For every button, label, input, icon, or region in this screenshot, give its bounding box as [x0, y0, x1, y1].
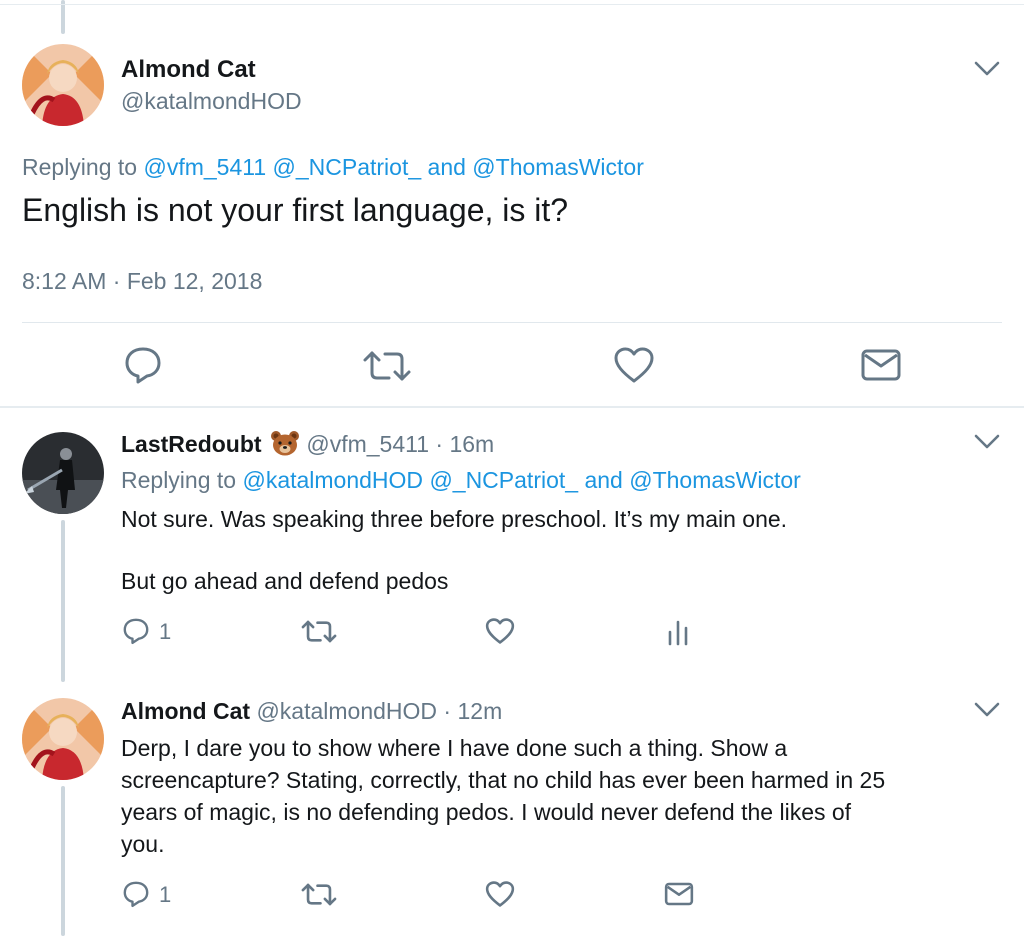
reply-icon[interactable]: [122, 880, 150, 908]
chevron-down-icon[interactable]: [974, 433, 1000, 451]
reply2-text-line: years of magic, is no defending pedos. I…: [121, 799, 852, 825]
separator-dot: ·: [435, 431, 444, 457]
reply1-replying-to: Replying to @katalmondHOD @_NCPatriot_ a…: [121, 467, 801, 494]
analytics-icon[interactable]: [666, 618, 690, 646]
retweet-icon[interactable]: [361, 349, 413, 383]
reply-count: 1: [159, 882, 172, 907]
mention-link[interactable]: @ThomasWictor: [472, 154, 644, 180]
main-author-name[interactable]: Almond Cat: [121, 56, 256, 84]
reply2-text-line: Derp, I dare you to show where I have do…: [121, 735, 788, 761]
like-icon[interactable]: [485, 617, 515, 645]
like-icon[interactable]: [485, 880, 515, 908]
reply1-text-line: But go ahead and defend pedos: [121, 568, 449, 594]
bear-face-icon: [270, 430, 300, 456]
thread-line-reply1: [61, 520, 65, 682]
reply1-time[interactable]: 16m: [449, 431, 494, 457]
reply-icon[interactable]: [123, 346, 163, 384]
retweet-icon[interactable]: [300, 882, 338, 907]
reply2-author-name[interactable]: Almond Cat: [121, 698, 250, 724]
avatar-almond-cat[interactable]: [22, 698, 104, 780]
reply2-author-handle[interactable]: @katalmondHOD: [256, 698, 437, 724]
thread-line-top: [61, 0, 65, 34]
mention-link[interactable]: @ThomasWictor: [629, 467, 801, 493]
mention-link[interactable]: @vfm_5411: [143, 154, 266, 180]
main-tweet-timestamp[interactable]: 8:12 AM · Feb 12, 2018: [22, 268, 262, 295]
divider: [22, 322, 1002, 323]
avatar-almond-cat[interactable]: [22, 44, 104, 126]
reply1-text-line: Not sure. Was speaking three before pres…: [121, 506, 788, 532]
chevron-down-icon[interactable]: [974, 701, 1000, 719]
top-border: [0, 4, 1024, 5]
share-icon[interactable]: [860, 348, 902, 382]
reply1-author-handle[interactable]: @vfm_5411: [306, 431, 429, 457]
replying-prefix: Replying to: [22, 154, 138, 180]
reply-icon[interactable]: [122, 617, 150, 645]
reply2-header: Almond Cat @katalmondHOD · 12m: [121, 698, 502, 725]
chevron-down-icon[interactable]: [974, 60, 1000, 78]
replying-and[interactable]: and: [584, 467, 622, 493]
main-replying-to: Replying to @vfm_5411 @_NCPatriot_ and @…: [22, 154, 644, 181]
reply1-author-name[interactable]: LastRedoubt: [121, 431, 262, 457]
avatar-lastredoubt[interactable]: [22, 432, 104, 514]
thread-line-reply2: [61, 786, 65, 936]
main-author-handle[interactable]: @katalmondHOD: [121, 88, 302, 115]
like-icon[interactable]: [613, 346, 655, 384]
mention-link[interactable]: @_NCPatriot_: [429, 467, 578, 493]
reply-count: 1: [159, 619, 172, 644]
reply2-time[interactable]: 12m: [457, 698, 502, 724]
section-divider: [0, 406, 1024, 408]
main-tweet-text: English is not your first language, is i…: [22, 192, 569, 228]
separator-dot: ·: [443, 698, 452, 724]
mention-link[interactable]: @katalmondHOD: [242, 467, 423, 493]
replying-and[interactable]: and: [428, 154, 466, 180]
share-icon[interactable]: [664, 881, 694, 907]
replying-prefix: Replying to: [121, 467, 237, 493]
mention-link[interactable]: @_NCPatriot_: [273, 154, 422, 180]
reply2-text-line: screencapture? Stating, correctly, that …: [121, 767, 886, 793]
reply2-text-line: you.: [121, 831, 165, 857]
retweet-icon[interactable]: [300, 619, 338, 644]
reply1-header: LastRedoubt @vfm_5411 · 16m: [121, 430, 494, 458]
